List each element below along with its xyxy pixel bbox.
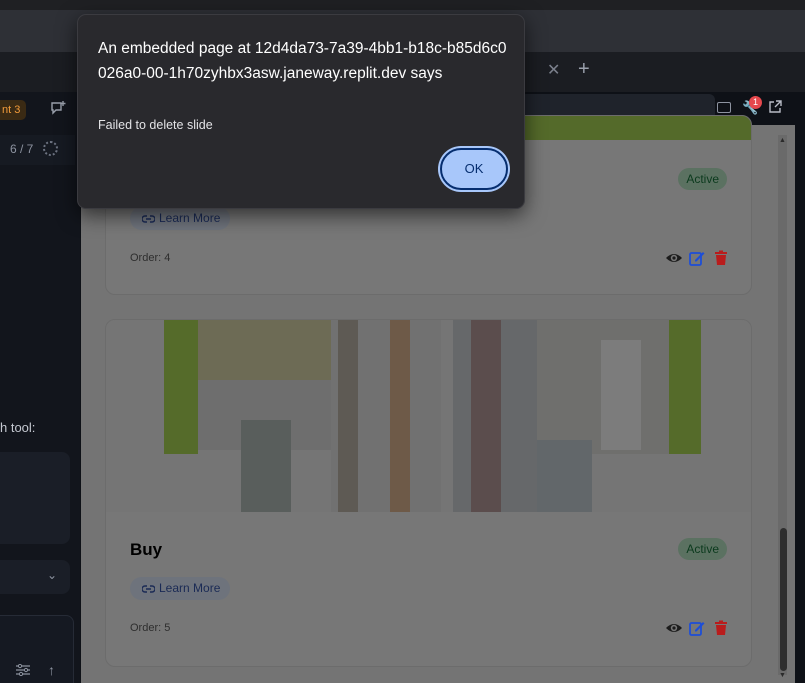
dialog-message: Failed to delete slide (98, 118, 213, 132)
model-dropdown[interactable] (0, 560, 70, 594)
close-icon[interactable]: ✕ (547, 60, 560, 80)
eye-icon[interactable] (665, 250, 682, 266)
scroll-down-arrow-icon[interactable]: ▼ (779, 672, 786, 679)
sliders-icon[interactable] (16, 664, 30, 676)
window-top-strip (0, 0, 805, 10)
edit-icon[interactable] (689, 250, 705, 266)
slide-title: Buy (130, 540, 163, 559)
ok-button[interactable]: OK (440, 148, 508, 190)
chevron-down-icon[interactable]: ⌄ (47, 568, 57, 582)
alert-dialog: An embedded page at 12d4da73-7a39-4bb1-b… (77, 14, 525, 209)
order-text: Order: 4 (130, 252, 171, 264)
slide-actions (665, 620, 729, 636)
link-icon (141, 215, 156, 223)
progress-ring-icon (43, 141, 58, 156)
link-icon (141, 585, 156, 593)
agent-side-panel (0, 92, 80, 683)
slide-image (106, 320, 751, 512)
chat-input[interactable] (0, 452, 70, 544)
devices-icon[interactable] (717, 102, 731, 113)
learn-more-label: Learn More (159, 211, 221, 225)
learn-more-button[interactable]: Learn More (130, 577, 231, 600)
notification-badge: 1 (749, 96, 762, 109)
plus-icon[interactable]: + (578, 58, 590, 81)
dialog-title: An embedded page at 12d4da73-7a39-4bb1-b… (98, 40, 507, 82)
order-text: Order: 5 (130, 622, 171, 634)
learn-more-button[interactable]: Learn More (130, 207, 231, 230)
learn-more-label: Learn More (159, 581, 221, 595)
trash-icon[interactable] (713, 250, 729, 266)
edit-icon[interactable] (689, 620, 705, 636)
status-badge: Active (678, 168, 727, 190)
new-chat-icon[interactable] (50, 100, 66, 116)
slide-card: Buy Active Learn More Order: 5 (105, 319, 752, 667)
external-link-icon[interactable] (768, 100, 782, 114)
trash-icon[interactable] (713, 620, 729, 636)
scrollbar-thumb[interactable] (780, 528, 787, 671)
eye-icon[interactable] (665, 620, 682, 636)
progress-text: 6 / 7 (10, 142, 34, 156)
scroll-up-arrow-icon[interactable]: ▲ (779, 137, 786, 144)
slide-actions (665, 250, 729, 266)
tool-text: h tool: (0, 420, 36, 435)
composer-box[interactable] (0, 615, 74, 683)
arrow-up-icon[interactable]: ↑ (48, 662, 55, 678)
agent-badge: nt 3 (0, 100, 26, 120)
status-badge: Active (678, 538, 727, 560)
